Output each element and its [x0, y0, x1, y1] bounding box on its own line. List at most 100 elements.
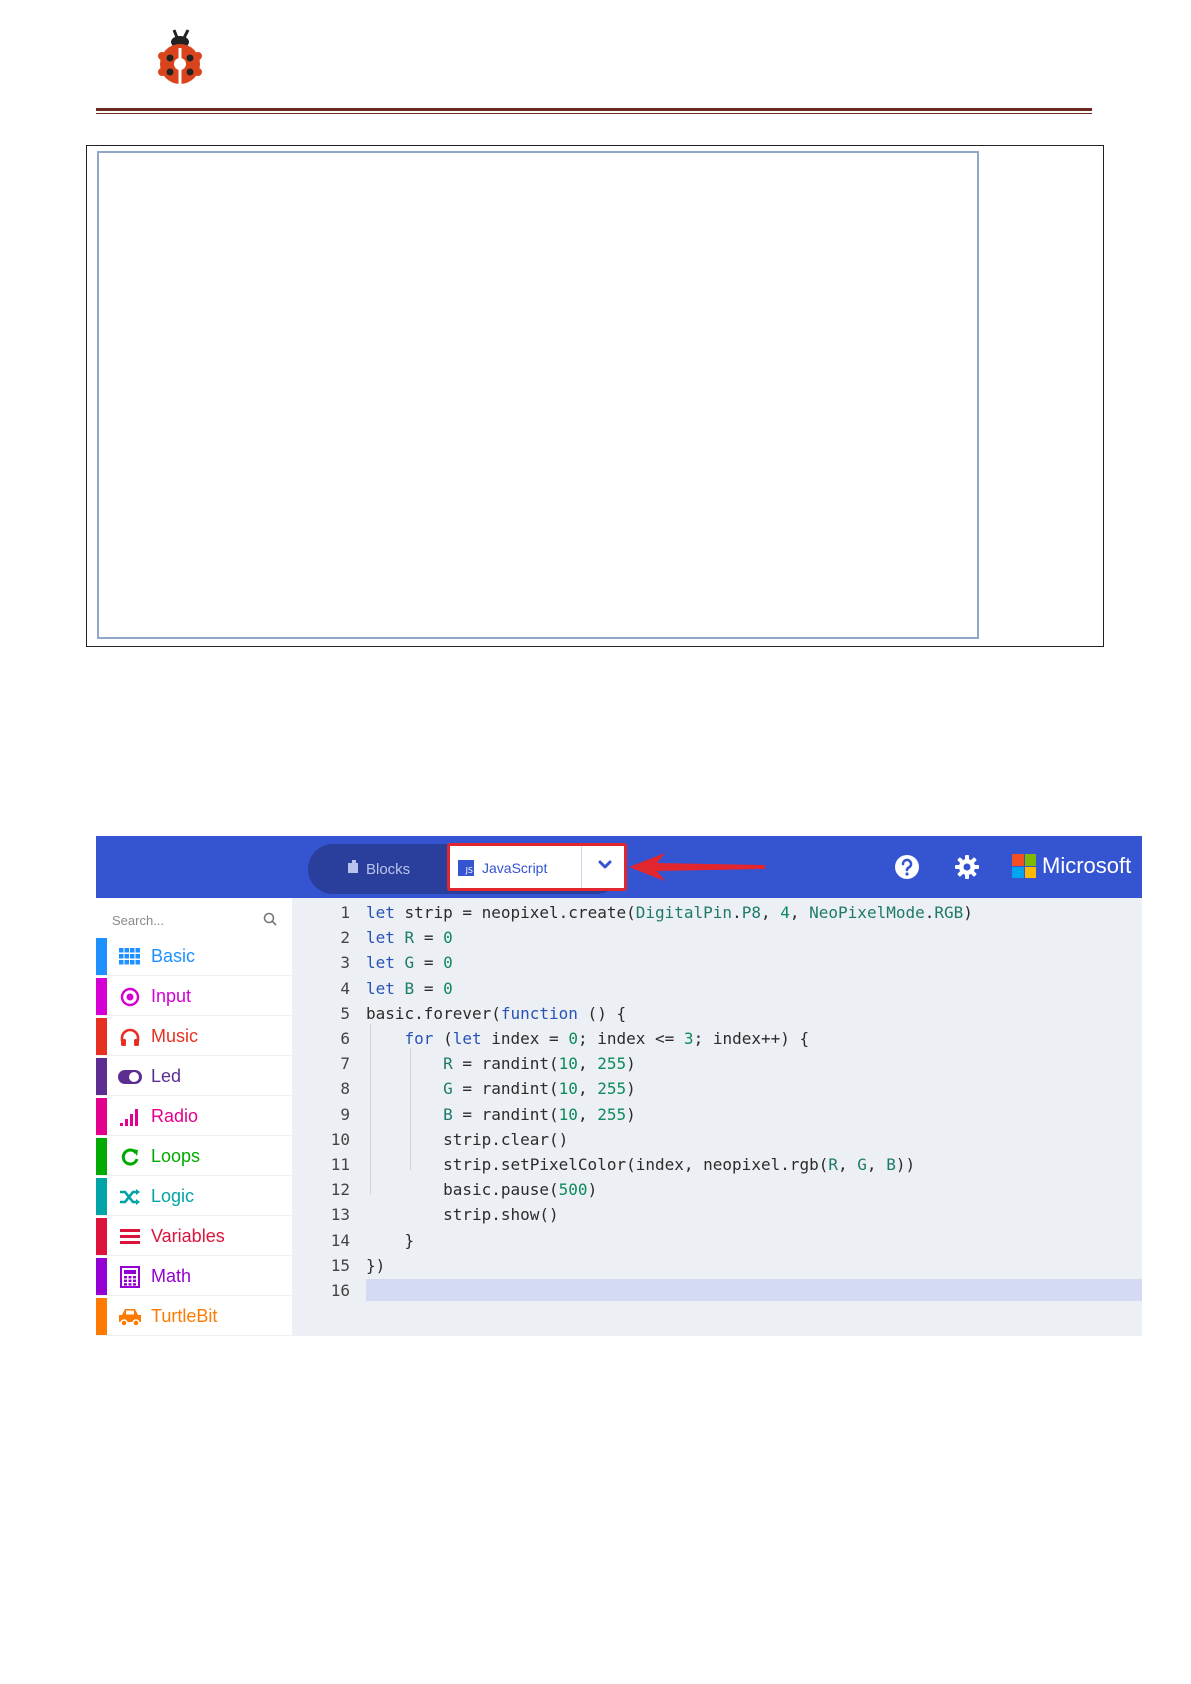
code-text: G = randint(10, 255) — [443, 1079, 636, 1099]
code-line: 14 } — [292, 1228, 1142, 1253]
category-label: Variables — [151, 1226, 225, 1246]
category-color-bar — [96, 1178, 107, 1215]
line-number: 12 — [330, 1180, 350, 1200]
code-text: basic.pause(500) — [366, 1180, 598, 1200]
toolbox-category-math[interactable]: Math — [96, 1258, 292, 1296]
makecode-editor: Blocks JS JavaScript Microsoft Search...… — [96, 836, 1142, 1336]
calculator-icon — [117, 1265, 143, 1288]
toolbox-search — [96, 898, 292, 938]
code-text: } — [366, 1230, 415, 1250]
category-color-bar — [96, 1098, 107, 1135]
header-rule — [96, 108, 1092, 111]
header-rule-thin — [96, 113, 1092, 114]
toolbox-category-input[interactable]: Input — [96, 978, 292, 1016]
code-text: let strip = neopixel.create(DigitalPin.P… — [366, 903, 973, 922]
gear-icon[interactable] — [954, 854, 980, 880]
line-number: 16 — [330, 1281, 350, 1300]
code-line: 1 let strip = neopixel.create(DigitalPin.… — [292, 900, 1142, 925]
line-number: 13 — [330, 1205, 350, 1225]
line-number: 6 — [340, 1029, 350, 1048]
toolbox-category-turtlebit[interactable]: TurtleBit — [96, 1298, 292, 1336]
search-input[interactable] — [110, 908, 264, 932]
category-color-bar — [96, 1138, 107, 1175]
category-label: Radio — [151, 1106, 199, 1126]
toolbox-sidebar: Basic Input Music Led Radio Loops Logic Variabl… — [96, 898, 292, 1336]
refresh-icon — [117, 1146, 143, 1168]
editor-toolbar: Blocks JS JavaScript Microsoft — [96, 836, 1142, 898]
microsoft-logo[interactable]: Microsoft — [1012, 853, 1131, 879]
category-color-bar — [96, 938, 107, 975]
code-text: strip.clear() — [366, 1129, 569, 1149]
line-number: 7 — [340, 1054, 350, 1074]
tab-divider — [581, 846, 582, 888]
list-icon — [117, 1226, 143, 1248]
code-line: 2 let R = 0 — [292, 925, 1142, 950]
target-icon — [117, 986, 143, 1008]
js-file-icon: JS — [458, 860, 474, 876]
toggle-icon — [117, 1066, 143, 1088]
help-icon[interactable] — [894, 854, 920, 880]
code-text: basic.forever(function () { — [366, 1003, 627, 1023]
javascript-label: JavaScript — [482, 860, 548, 876]
code-text: let G = 0 — [366, 953, 453, 973]
signal-bars-icon — [117, 1106, 143, 1128]
javascript-tab[interactable]: JS JavaScript — [447, 843, 627, 891]
code-text: strip.show() — [366, 1205, 559, 1225]
headphones-icon — [117, 1026, 143, 1048]
code-line: 11 strip.setPixelColor(index, neopixel.r… — [292, 1152, 1142, 1177]
line-number: 5 — [340, 1003, 350, 1023]
code-line: 7 R = randint(10, 255) — [292, 1051, 1142, 1076]
ladybug-logo-icon — [150, 26, 210, 88]
code-line: 13 strip.show() — [292, 1202, 1142, 1227]
line-number: 3 — [340, 953, 350, 973]
category-label: Music — [151, 1026, 199, 1046]
category-label: Basic — [151, 946, 196, 966]
code-line: 4 let B = 0 — [292, 976, 1142, 1001]
line-number: 15 — [330, 1255, 350, 1275]
code-line: 16 — [292, 1278, 1142, 1303]
code-editor[interactable]: 1 let strip = neopixel.create(DigitalPin.… — [292, 898, 1142, 1336]
code-line: 9 B = randint(10, 255) — [292, 1102, 1142, 1127]
red-arrow-icon — [627, 849, 767, 885]
toolbox-category-led[interactable]: Led — [96, 1058, 292, 1096]
category-color-bar — [96, 1258, 107, 1295]
toolbox-category-loops[interactable]: Loops — [96, 1138, 292, 1176]
line-number: 10 — [330, 1129, 350, 1149]
toolbox-category-music[interactable]: Music — [96, 1018, 292, 1056]
code-frame-inner — [97, 151, 979, 639]
microsoft-label: Microsoft — [1042, 853, 1132, 878]
code-line: 10 strip.clear() — [292, 1127, 1142, 1152]
toolbox-category-radio[interactable]: Radio — [96, 1098, 292, 1136]
category-color-bar — [96, 978, 107, 1015]
toolbox-category-basic[interactable]: Basic — [96, 938, 292, 976]
code-line: 5 basic.forever(function () { — [292, 1001, 1142, 1026]
blocks-tab[interactable]: Blocks — [346, 844, 436, 894]
language-dropdown-button[interactable] — [590, 850, 620, 884]
puzzle-icon — [346, 859, 360, 879]
category-label: Logic — [151, 1186, 195, 1206]
line-number: 8 — [340, 1079, 350, 1099]
code-line: 8 G = randint(10, 255) — [292, 1076, 1142, 1101]
category-color-bar — [96, 1018, 107, 1055]
search-icon[interactable] — [262, 911, 278, 927]
toolbox-category-logic[interactable]: Logic — [96, 1178, 292, 1216]
toolbox-category-variables[interactable]: Variables — [96, 1218, 292, 1256]
category-label: Led — [151, 1066, 182, 1086]
code-text: for (let index = 0; index <= 3; index++)… — [404, 1029, 810, 1048]
code-text: let B = 0 — [366, 978, 453, 998]
shuffle-icon — [117, 1186, 143, 1208]
category-color-bar — [96, 1218, 107, 1255]
car-icon — [117, 1306, 143, 1328]
category-color-bar — [96, 1298, 107, 1335]
code-text: R = randint(10, 255) — [443, 1054, 636, 1074]
code-line: 12 basic.pause(500) — [292, 1177, 1142, 1202]
line-number: 11 — [330, 1155, 350, 1174]
line-number: 1 — [340, 903, 350, 922]
code-line: 6 for (let index = 0; index <= 3; index+… — [292, 1026, 1142, 1051]
category-color-bar — [96, 1058, 107, 1095]
chevron-down-icon — [597, 858, 613, 876]
microsoft-squares-icon — [1012, 854, 1036, 878]
line-number: 4 — [340, 978, 350, 998]
category-label: Math — [151, 1266, 192, 1286]
blocks-label: Blocks — [366, 860, 411, 878]
